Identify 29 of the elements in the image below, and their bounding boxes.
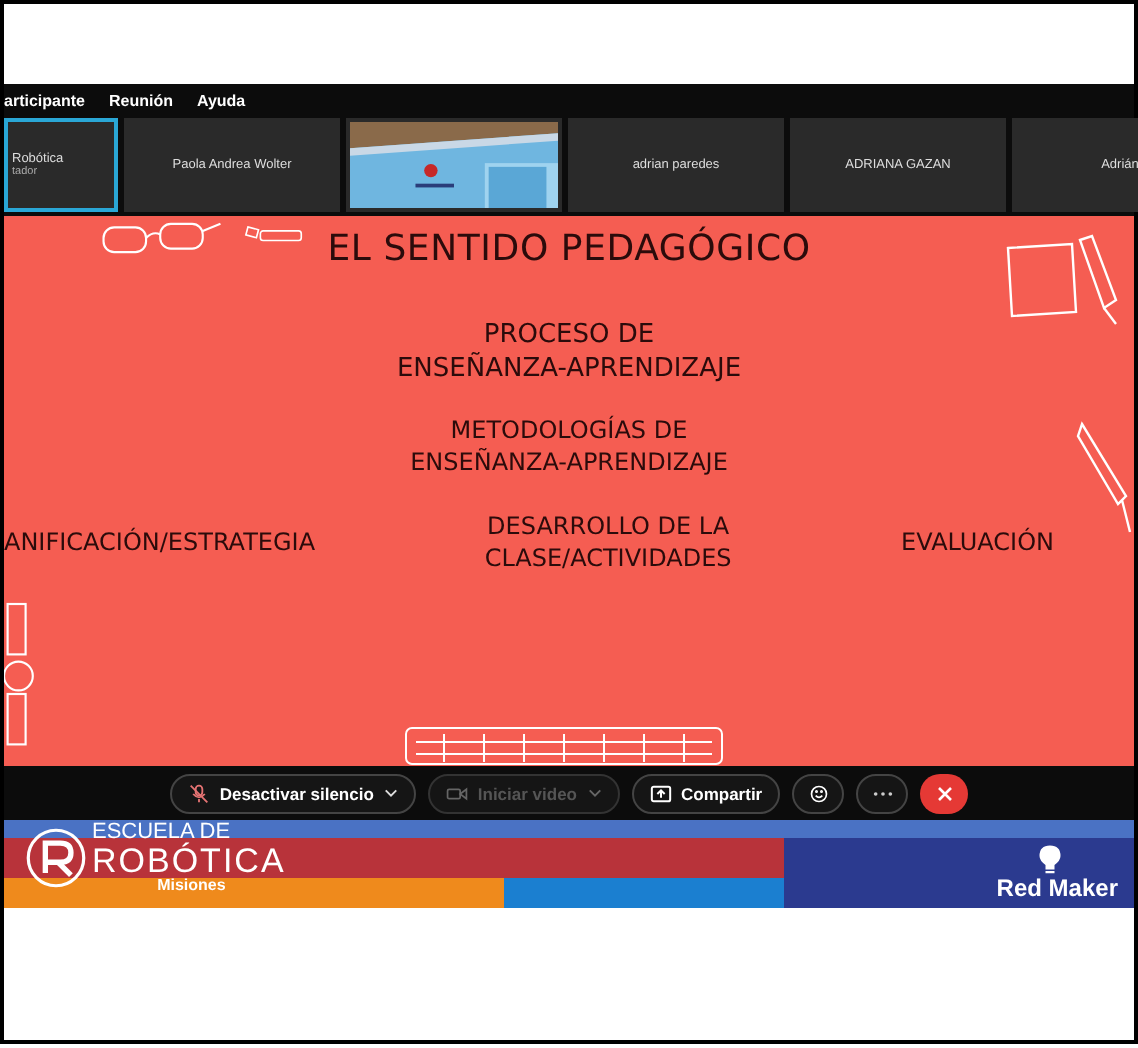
school-label: ESCUELA DE bbox=[92, 822, 231, 844]
unmute-button[interactable]: Desactivar silencio bbox=[169, 773, 416, 813]
slide-label: ANIFICACIÓN/ESTRATEGIA bbox=[4, 528, 316, 556]
slide-label: DESARROLLO DE LA CLASE/ACTIVIDADES bbox=[484, 510, 732, 574]
pencil-drawing bbox=[1074, 416, 1134, 536]
caret-icon bbox=[383, 788, 398, 798]
brand-name: Red Maker bbox=[996, 874, 1118, 902]
share-button[interactable]: Compartir bbox=[631, 773, 781, 813]
video-camera-icon bbox=[445, 783, 468, 803]
lightbulb-icon bbox=[1038, 844, 1062, 874]
school-location: Misiones bbox=[157, 878, 226, 894]
caret-icon bbox=[587, 788, 601, 798]
slide-title: EL SENTIDO PEDAGÓGICO bbox=[327, 228, 811, 270]
slide-label: EVALUACIÓN bbox=[901, 528, 1054, 556]
slide-heading: PROCESO DE ENSEÑANZA-APRENDIZAJE bbox=[396, 318, 742, 386]
menu-item[interactable]: articipante bbox=[4, 92, 85, 110]
usb-drawing bbox=[244, 226, 304, 244]
glasses-drawing bbox=[100, 220, 224, 256]
menu-item[interactable]: Reunión bbox=[108, 92, 173, 110]
share-screen-icon bbox=[649, 783, 671, 803]
slide-heading: METODOLOGÍAS DE ENSEÑANZA-APRENDIZAJE bbox=[410, 414, 728, 478]
leave-meeting-button[interactable] bbox=[920, 773, 969, 813]
reactions-button[interactable] bbox=[792, 773, 845, 813]
school-name: ROBÓTICA bbox=[92, 844, 286, 878]
close-icon bbox=[933, 783, 956, 803]
r-logo-icon bbox=[24, 826, 88, 890]
muted-microphone-icon bbox=[187, 783, 210, 803]
menu-item[interactable]: Ayuda bbox=[196, 92, 246, 110]
smiley-icon bbox=[807, 783, 830, 803]
